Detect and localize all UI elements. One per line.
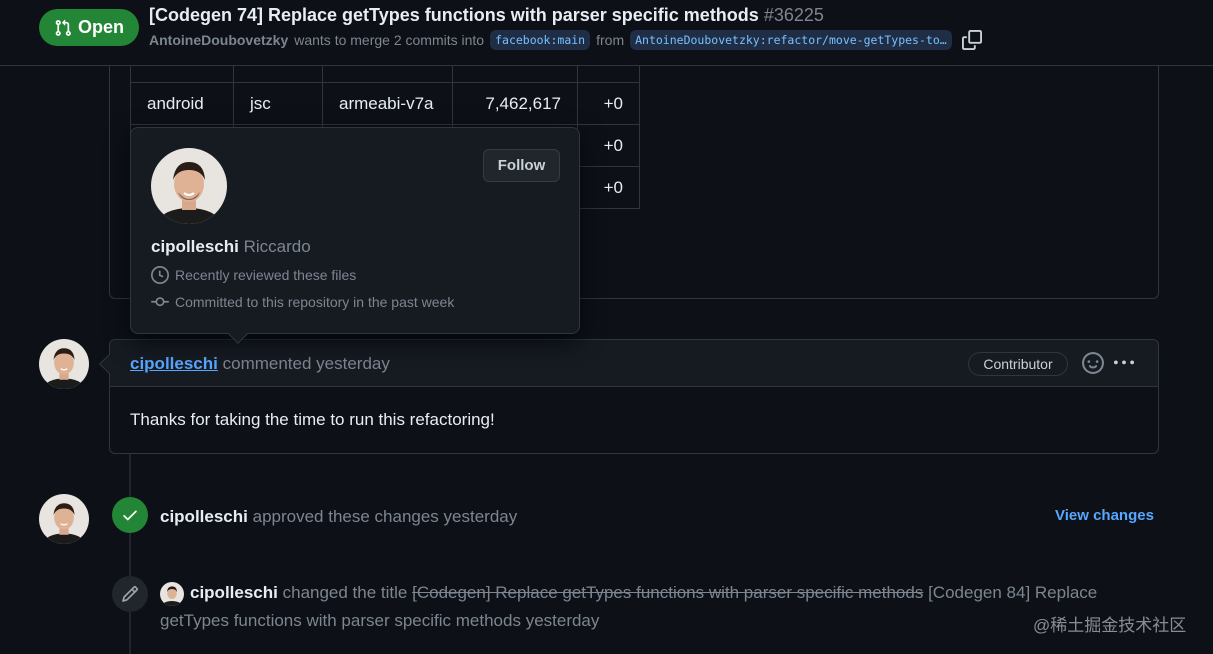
comment-avatar[interactable]	[39, 339, 89, 389]
user-avatar-icon	[151, 148, 227, 224]
approval-author-link[interactable]: cipolleschi	[160, 507, 248, 526]
hovercard-avatar[interactable]	[151, 148, 227, 224]
view-changes-link[interactable]: View changes	[1055, 507, 1154, 524]
pr-number: #36225	[763, 5, 824, 25]
table-row: android jsc armeabi-v7a 7,462,617 +0	[130, 82, 640, 125]
table-cell: +0	[577, 166, 640, 209]
pr-state-badge: Open	[39, 9, 139, 46]
kebab-horizontal-icon[interactable]	[1113, 353, 1135, 373]
base-branch[interactable]: facebook:main	[490, 30, 591, 50]
timeline-line	[129, 453, 131, 654]
git-pull-request-icon	[55, 19, 71, 36]
timeline-comment: cipolleschi commented yesterday Contribu…	[99, 339, 1159, 454]
new-title-part1: [Codegen 84] Replace	[928, 583, 1098, 602]
merge-text: wants to merge 2 commits into	[294, 32, 485, 48]
table-cell: jsc	[233, 82, 323, 125]
rename-event-line2: getTypes functions with parser specific …	[160, 611, 599, 631]
rename-avatar[interactable]	[160, 582, 184, 606]
rename-event-line1: cipolleschi changed the title [Codegen] …	[190, 583, 1097, 603]
clock-icon	[151, 266, 169, 284]
hovercard-login[interactable]: cipolleschi	[151, 237, 239, 256]
comment-author-link[interactable]: cipolleschi	[130, 354, 218, 373]
follow-button[interactable]: Follow	[483, 149, 560, 182]
hovercard-reviewed-row: Recently reviewed these files	[151, 266, 356, 284]
hovercard-name: cipolleschi Riccardo	[151, 237, 311, 257]
pr-title-text: [Codegen 74] Replace getTypes functions …	[149, 5, 759, 25]
rename-when[interactable]: yesterday	[526, 611, 600, 630]
table-cell: +0	[577, 124, 640, 167]
head-branch[interactable]: AntoineDoubovetzky:refactor/move-getType…	[630, 30, 952, 50]
from-text: from	[596, 32, 625, 48]
hovercard-reviewed-text: Recently reviewed these files	[175, 267, 357, 283]
watermark: @稀土掘金技术社区	[1033, 616, 1187, 635]
user-avatar-icon	[39, 494, 89, 544]
contributor-badge: Contributor	[968, 352, 1068, 376]
rename-action: changed the title	[282, 583, 408, 602]
rename-event-badge	[112, 576, 148, 612]
approval-action[interactable]: approved these changes yesterday	[253, 507, 518, 526]
rename-author-link[interactable]: cipolleschi	[190, 583, 278, 602]
git-commit-icon	[151, 297, 169, 307]
check-icon	[123, 510, 137, 521]
table-cell: armeabi-v7a	[322, 82, 453, 125]
hovercard-committed-text: Committed to this repository in the past…	[175, 294, 455, 310]
approval-avatar[interactable]	[39, 494, 89, 544]
comment-author-line: cipolleschi commented yesterday	[130, 354, 390, 374]
new-title-part2: getTypes functions with parser specific …	[160, 611, 521, 630]
hovercard-fullname: Riccardo	[243, 237, 311, 256]
table-cell: 7,462,617	[452, 82, 578, 125]
old-title: [Codegen] Replace getTypes functions wit…	[412, 583, 924, 602]
user-hovercard: Follow cipolleschi Riccardo Recently rev…	[130, 127, 580, 344]
copy-icon[interactable]	[961, 30, 982, 50]
comment-header: cipolleschi commented yesterday Contribu…	[110, 340, 1158, 387]
pr-title: [Codegen 74] Replace getTypes functions …	[149, 5, 824, 26]
pencil-icon	[122, 586, 138, 602]
pr-state-label: Open	[77, 17, 124, 37]
comment-action[interactable]: commented yesterday	[223, 354, 390, 373]
pr-author-link[interactable]: AntoineDoubovetzky	[149, 32, 288, 48]
hovercard-committed-row: Committed to this repository in the past…	[151, 293, 454, 311]
user-avatar-icon	[39, 339, 89, 389]
approval-event-text: cipolleschi approved these changes yeste…	[160, 507, 517, 527]
approved-check-badge	[112, 497, 148, 533]
table-cell: +0	[577, 82, 640, 125]
user-avatar-icon	[160, 582, 184, 606]
smiley-icon[interactable]	[1082, 352, 1104, 374]
table-cell: android	[130, 82, 234, 125]
pr-sticky-header: Open [Codegen 74] Replace getTypes funct…	[0, 0, 1213, 66]
comment-body: Thanks for taking the time to run this r…	[130, 410, 495, 429]
pr-meta: AntoineDoubovetzky wants to merge 2 comm…	[149, 30, 982, 50]
